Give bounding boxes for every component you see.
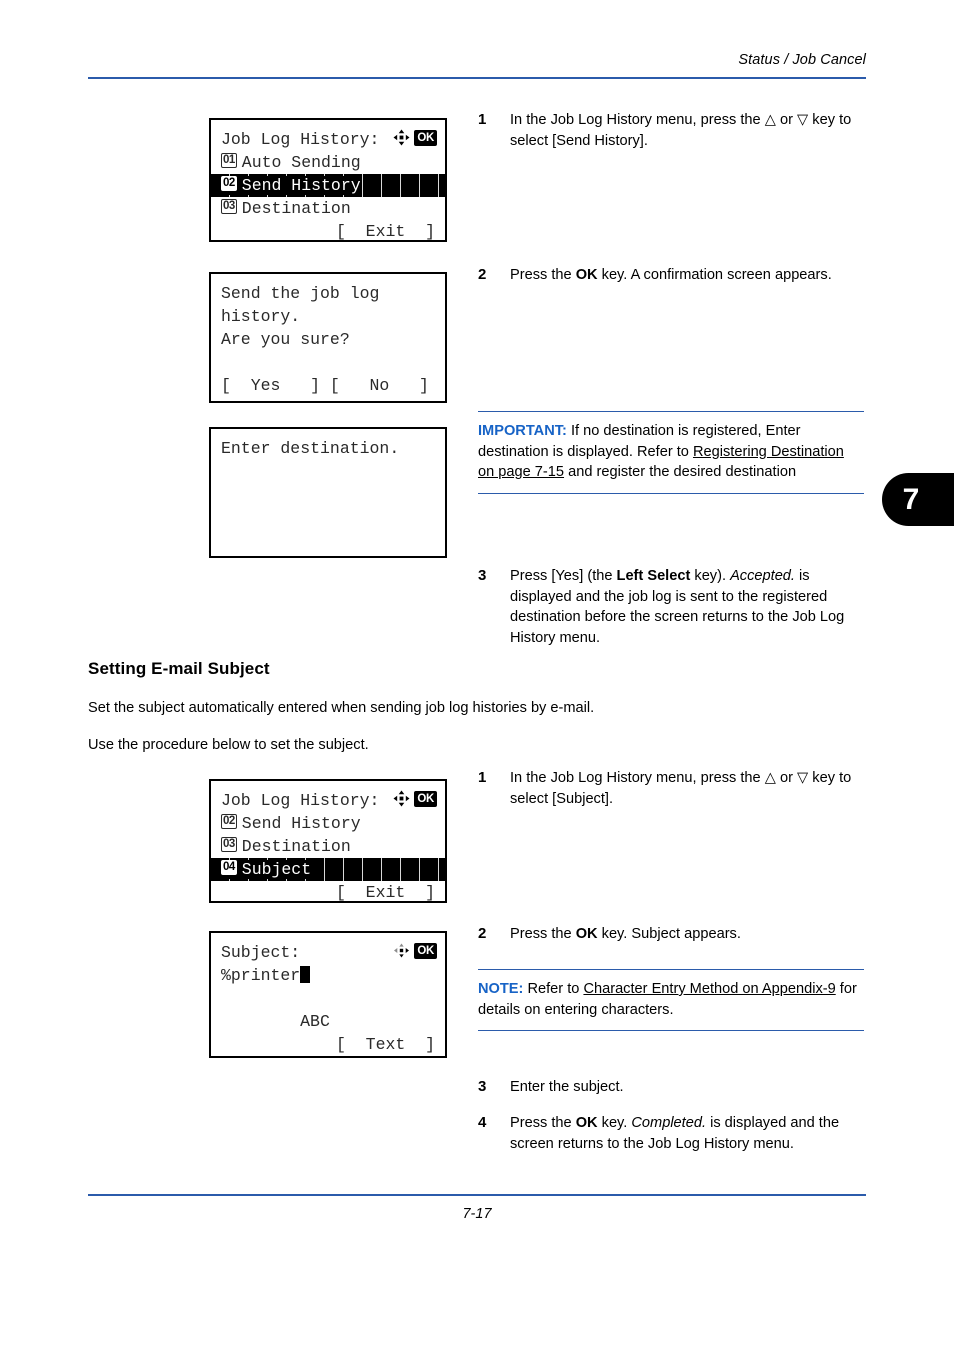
four-way-arrow-icon [393, 790, 410, 807]
lcd-subject-value-row[interactable]: %printer [221, 964, 435, 987]
step-text: Press [Yes] (the Left Select key). Accep… [510, 568, 845, 646]
important-callout: IMPORTANT: If no destination is register… [478, 411, 864, 494]
step-2-subject: 2 Press the OK key. Subject appears. [478, 924, 868, 945]
ok-badge-icon: OK [414, 790, 437, 807]
chapter-tab: 7 [882, 473, 954, 526]
step-1-subject: 1 In the Job Log History menu, press the… [478, 768, 868, 809]
step-text: Press the OK key. Subject appears. [510, 926, 741, 942]
lcd-row-label: Destination [241, 199, 351, 218]
lcd-row-destination[interactable]: 03 Destination [221, 835, 435, 858]
lcd-indicator-group-1: OK [393, 129, 437, 146]
lcd-softkey-exit[interactable]: [ Exit ] [221, 220, 435, 240]
step-number: 2 [478, 925, 487, 942]
step-1-send-history: 1 In the Job Log History menu, press the… [478, 110, 868, 151]
page-number: 7-17 [462, 1206, 492, 1222]
lcd-row-number: 02 [221, 176, 237, 192]
lcd-row-subject[interactable]: 04 Subject [211, 858, 445, 881]
step-number: 2 [478, 266, 487, 283]
lcd-softkey-text[interactable]: [ Text ] [221, 1033, 435, 1056]
lcd-row-destination[interactable]: 03 Destination [221, 197, 435, 220]
important-label: IMPORTANT: [478, 423, 567, 439]
step-text: In the Job Log History menu, press the △… [510, 112, 852, 149]
footer-rule [88, 1194, 866, 1196]
lcd-subject-value: %printer [221, 966, 301, 985]
section-paragraph-2: Use the procedure below to set the subje… [88, 737, 369, 753]
lcd-panel-subject-entry: OK Subject: %printer ABC [ Text ] [209, 931, 447, 1058]
step-number: 4 [478, 1114, 487, 1131]
step-number: 1 [478, 769, 487, 786]
step-number: 1 [478, 111, 487, 128]
step-number: 3 [478, 1078, 487, 1095]
running-head: Status / Job Cancel [738, 52, 866, 68]
text-cursor [300, 966, 311, 983]
step-text: Press the OK key. A confirmation screen … [510, 267, 832, 283]
note-text-before: Refer to [523, 981, 584, 997]
section-title-setting-email-subject: Setting E-mail Subject [88, 659, 270, 678]
lcd-confirm-line-3: Are you sure? [221, 330, 350, 349]
lcd-input-mode-indicator: ABC [300, 1012, 330, 1031]
lcd-softkeys-yes-no[interactable]: [ Yes ] [ No ] [221, 374, 435, 397]
lcd-row-number: 01 [221, 153, 237, 169]
lcd-row-label: Auto Sending [241, 153, 361, 172]
lcd-row-label: Subject [241, 860, 312, 879]
step-number: 3 [478, 567, 487, 584]
left-right-arrow-icon [394, 943, 410, 958]
ok-badge-icon: OK [414, 942, 437, 959]
lcd-enter-destination-text: Enter destination. [221, 439, 400, 458]
step-3-send-history: 3 Press [Yes] (the Left Select key). Acc… [478, 566, 868, 648]
section-paragraph-1: Set the subject automatically entered wh… [88, 700, 595, 716]
lcd-indicator-group-5: OK [393, 942, 437, 959]
step-4-subject: 4 Press the OK key. Completed. is displa… [478, 1113, 868, 1154]
chapter-tab-number: 7 [902, 482, 920, 516]
lcd-indicator-group-4: OK [393, 790, 437, 807]
lcd-row-number: 03 [221, 199, 237, 215]
header-rule [88, 77, 866, 79]
lcd-row-send-history[interactable]: 02 Send History [211, 174, 445, 197]
lcd-panel-confirm-send-job-log: Send the job log history. Are you sure? … [209, 272, 447, 403]
note-callout: NOTE: Refer to Character Entry Method on… [478, 969, 864, 1031]
lcd-confirm-line-2: history. [221, 307, 301, 326]
lcd-panel-enter-destination: Enter destination. [209, 427, 447, 558]
lcd-row-number: 04 [221, 860, 237, 876]
page-canvas: Status / Job Cancel 7 OK Job Log History… [0, 0, 954, 1350]
step-text: Press the OK key. Completed. is displaye… [510, 1115, 840, 1152]
step-text: Enter the subject. [510, 1079, 624, 1095]
lcd-row-number: 03 [221, 837, 237, 853]
ok-badge-icon: OK [414, 129, 437, 146]
four-way-arrow-icon [393, 129, 410, 146]
note-label: NOTE: [478, 981, 524, 997]
important-text-after: and register the desired destination [564, 464, 797, 480]
lcd-panel-job-log-history-subject: OK Job Log History: 02 Send History 03 Des… [209, 779, 447, 903]
lcd-confirm-spacer [221, 351, 435, 374]
lcd-subject-spacer [221, 987, 435, 1010]
lcd-confirm-line-1: Send the job log [221, 284, 380, 303]
lcd-row-label: Send History [241, 176, 361, 195]
step-text: In the Job Log History menu, press the △… [510, 770, 852, 807]
lcd-row-label: Destination [241, 837, 351, 856]
lcd-row-send-history[interactable]: 02 Send History [221, 812, 435, 835]
lcd-row-auto-sending[interactable]: 01 Auto Sending [221, 151, 435, 174]
step-3-subject: 3 Enter the subject. [478, 1077, 868, 1098]
step-2-send-history: 2 Press the OK key. A confirmation scree… [478, 265, 868, 286]
lcd-panel-job-log-history-send-history: OK Job Log History: 01 Auto Sending 02 Sen… [209, 118, 447, 242]
lcd-row-number: 02 [221, 814, 237, 830]
note-xref-link[interactable]: Character Entry Method on Appendix-9 [583, 981, 835, 997]
lcd-row-label: Send History [241, 814, 361, 833]
lcd-softkey-exit[interactable]: [ Exit ] [221, 881, 435, 901]
